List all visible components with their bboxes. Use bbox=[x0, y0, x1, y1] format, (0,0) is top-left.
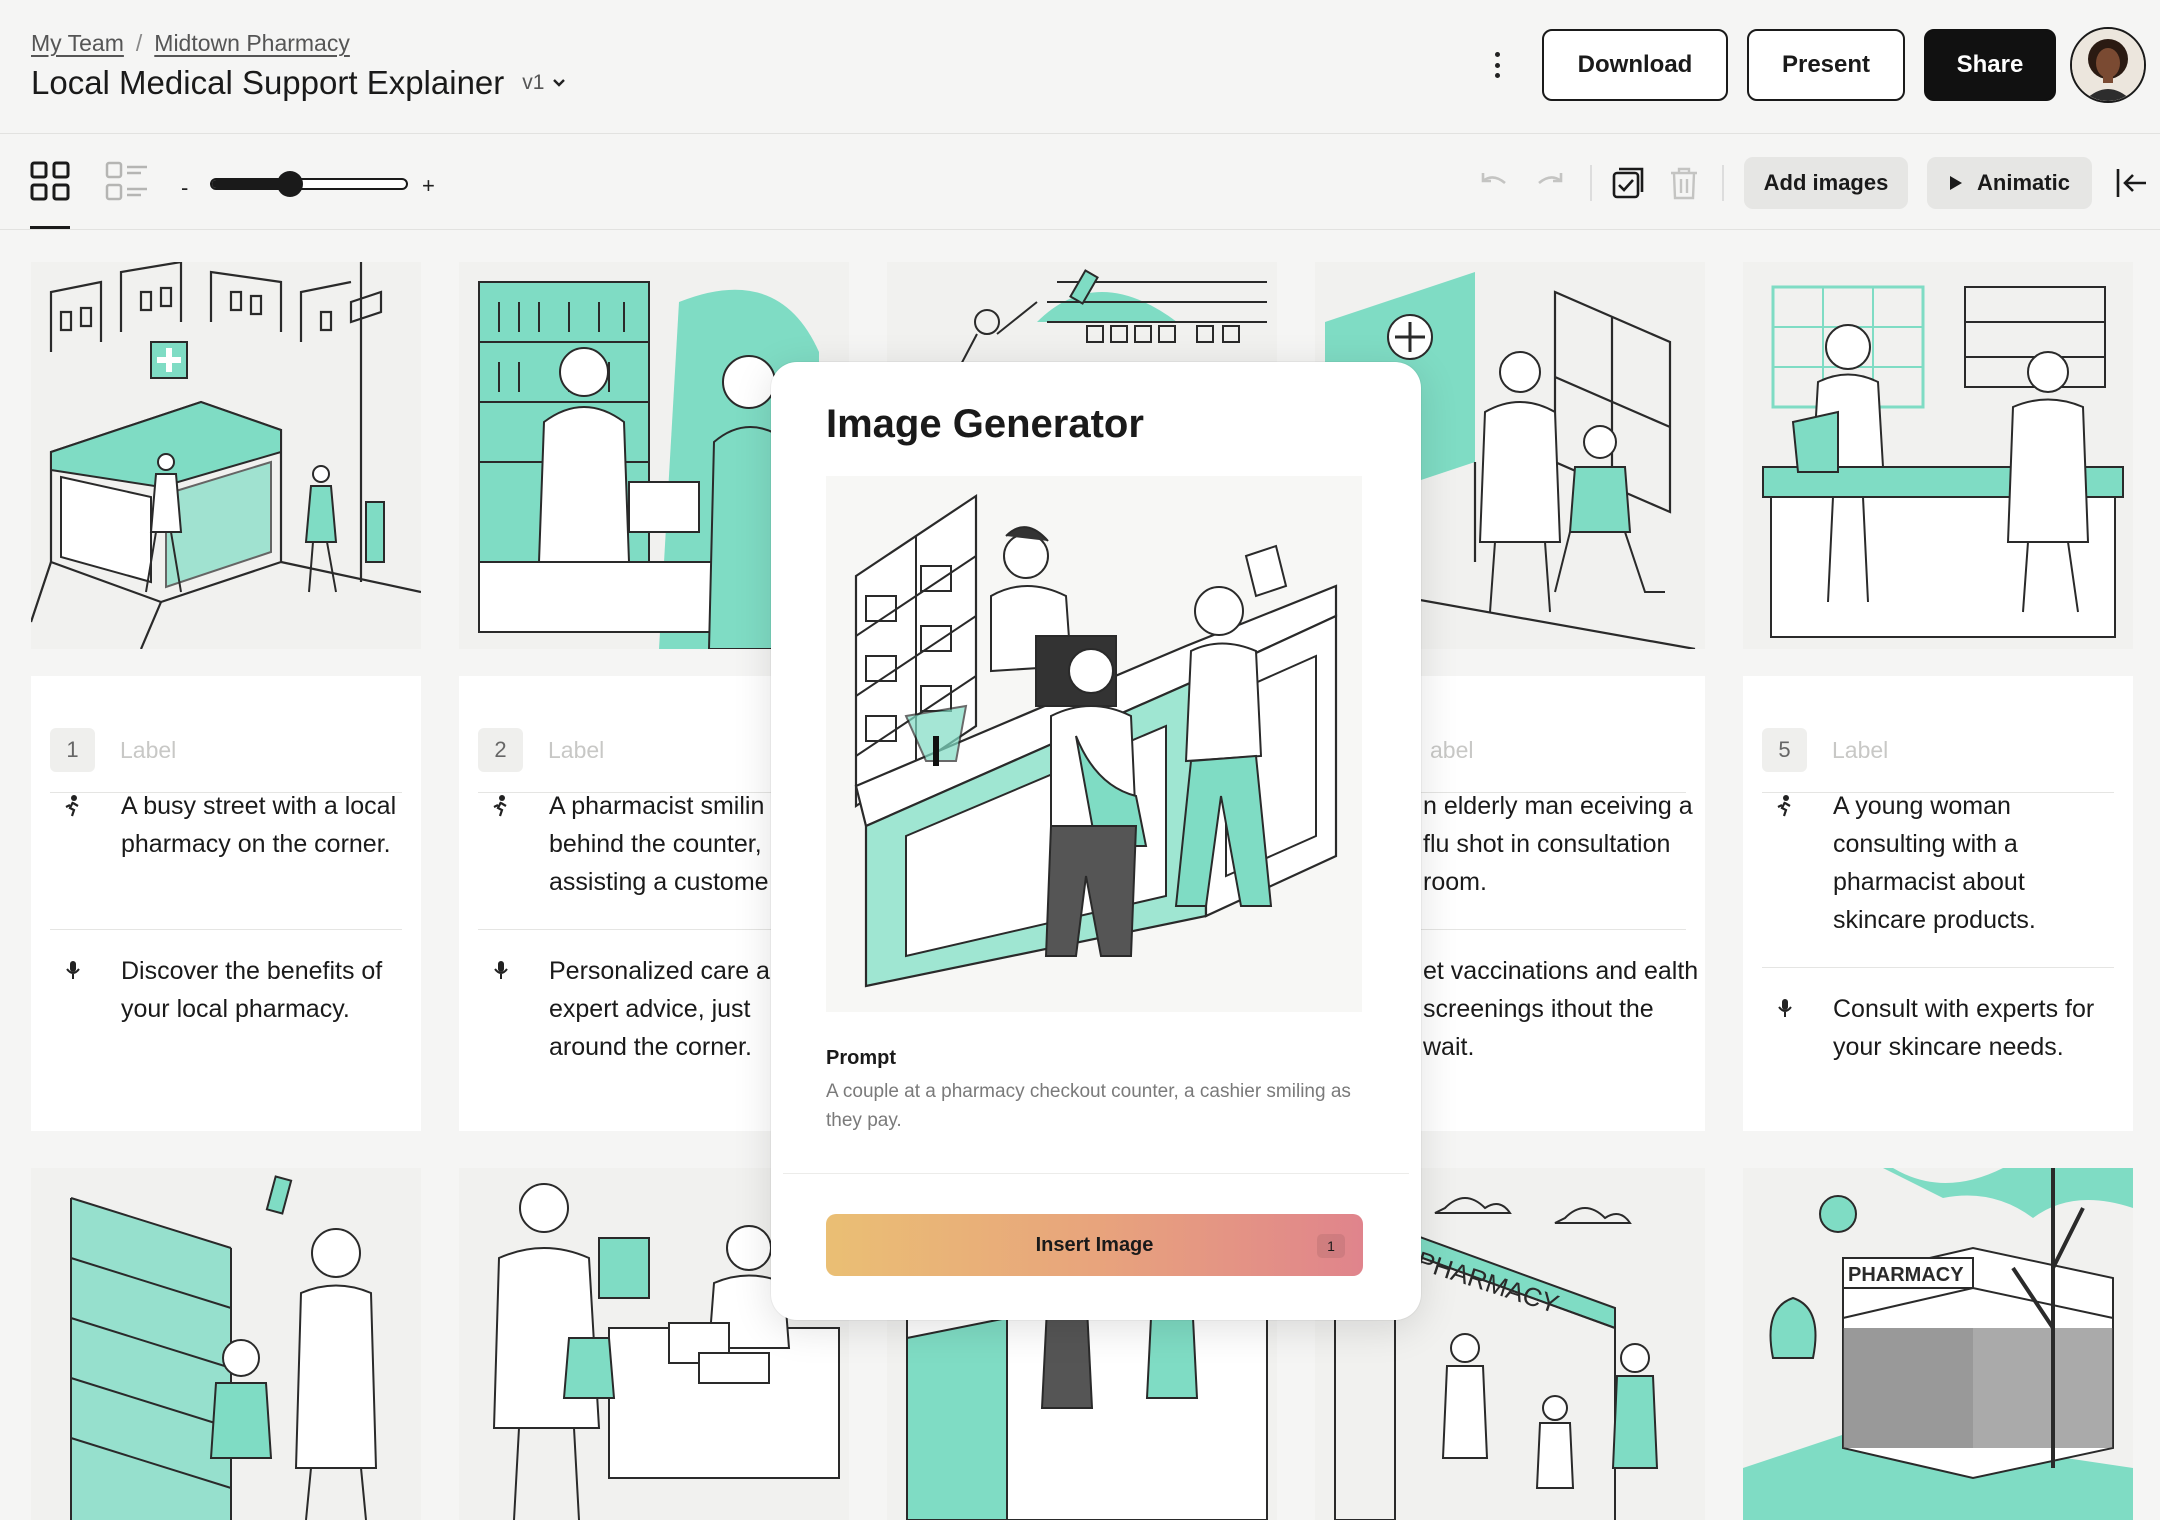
action-description[interactable]: A busy street with a local pharmacy on t… bbox=[121, 787, 406, 863]
label-input[interactable]: Label bbox=[548, 737, 604, 764]
board-toolbar: - + Add images Animatic bbox=[0, 135, 2160, 230]
image-generator-dialog: Image Generator Prompt A couple at a pha… bbox=[771, 362, 1421, 1320]
redo-icon[interactable] bbox=[1533, 165, 1569, 201]
insert-image-label: Insert Image bbox=[1035, 1233, 1154, 1256]
storyboard-card[interactable]: 5 Label A young woman consulting with a … bbox=[1743, 676, 2133, 1131]
storyboard-frame-image[interactable] bbox=[1743, 262, 2133, 649]
action-icon bbox=[65, 795, 79, 817]
action-description[interactable]: n elderly man eceiving a flu shot in con… bbox=[1423, 787, 1708, 901]
more-options-icon[interactable] bbox=[1485, 48, 1509, 82]
breadcrumb: My Team / Midtown Pharmacy bbox=[31, 30, 350, 57]
present-button[interactable]: Present bbox=[1747, 29, 1905, 101]
list-view-icon[interactable] bbox=[105, 161, 149, 201]
app-header: My Team / Midtown Pharmacy Local Medical… bbox=[0, 0, 2160, 134]
download-button[interactable]: Download bbox=[1542, 29, 1728, 101]
label-input[interactable]: Label bbox=[120, 737, 176, 764]
frame-number: 2 bbox=[478, 728, 523, 772]
card-label-row: 1 Label bbox=[50, 703, 402, 793]
insert-count-badge: 1 bbox=[1317, 1234, 1345, 1258]
card-divider bbox=[50, 929, 402, 930]
dialog-divider bbox=[783, 1173, 1409, 1174]
card-label-row: 5 Label bbox=[1762, 703, 2114, 793]
select-all-icon[interactable] bbox=[1610, 165, 1646, 201]
collapse-panel-icon[interactable] bbox=[2114, 165, 2150, 201]
microphone-icon bbox=[66, 961, 80, 979]
label-input[interactable]: abel bbox=[1430, 737, 1473, 764]
frame-number: 1 bbox=[50, 728, 95, 772]
toolbar-divider bbox=[1590, 165, 1592, 201]
storyboard-frame-image[interactable] bbox=[31, 262, 421, 649]
generated-image-preview[interactable] bbox=[826, 476, 1362, 1012]
card-divider bbox=[1762, 967, 2114, 968]
microphone-icon bbox=[1778, 999, 1792, 1017]
active-view-indicator bbox=[30, 226, 70, 229]
zoom-slider[interactable] bbox=[210, 171, 408, 197]
action-icon bbox=[1777, 795, 1791, 817]
insert-image-button[interactable]: Insert Image 1 bbox=[826, 1214, 1363, 1276]
undo-icon[interactable] bbox=[1475, 165, 1511, 201]
label-input[interactable]: Label bbox=[1832, 737, 1888, 764]
dialog-title: Image Generator bbox=[826, 402, 1144, 446]
animatic-label: Animatic bbox=[1977, 170, 2070, 195]
version-label: v1 bbox=[522, 71, 545, 94]
storyboard-frame-image[interactable]: PHARMACY bbox=[1743, 1168, 2133, 1520]
toolbar-divider bbox=[1722, 165, 1724, 201]
pharmacy-sign-text: PHARMACY bbox=[1848, 1264, 1964, 1286]
breadcrumb-separator: / bbox=[135, 30, 143, 56]
play-icon bbox=[1950, 176, 1963, 190]
prompt-label: Prompt bbox=[826, 1047, 896, 1069]
zoom-slider-handle[interactable] bbox=[277, 171, 303, 197]
zoom-out-button[interactable]: - bbox=[181, 175, 188, 201]
page-title[interactable]: Local Medical Support Explainer bbox=[31, 64, 504, 102]
zoom-in-button[interactable]: + bbox=[422, 173, 435, 199]
dialogue-text[interactable]: et vaccinations and ealth screenings ith… bbox=[1423, 952, 1708, 1066]
action-icon bbox=[493, 795, 507, 817]
prompt-text[interactable]: A couple at a pharmacy checkout counter,… bbox=[826, 1077, 1366, 1135]
animatic-button[interactable]: Animatic bbox=[1927, 157, 2092, 209]
trash-icon[interactable] bbox=[1667, 165, 1701, 201]
title-row: Local Medical Support Explainer v1 bbox=[31, 64, 566, 102]
storyboard-frame-image[interactable] bbox=[31, 1168, 421, 1520]
action-description[interactable]: A young woman consulting with a pharmaci… bbox=[1833, 787, 2118, 939]
breadcrumb-team-link[interactable]: My Team bbox=[31, 30, 124, 57]
dialogue-text[interactable]: Discover the benefits of your local phar… bbox=[121, 952, 406, 1028]
frame-number: 5 bbox=[1762, 728, 1807, 772]
chevron-down-icon bbox=[553, 79, 566, 87]
version-dropdown[interactable]: v1 bbox=[522, 71, 566, 95]
storyboard-card[interactable]: 1 Label A busy street with a local pharm… bbox=[31, 676, 421, 1131]
avatar[interactable] bbox=[2070, 27, 2146, 103]
dialogue-text[interactable]: Consult with experts for your skincare n… bbox=[1833, 990, 2118, 1066]
breadcrumb-project-link[interactable]: Midtown Pharmacy bbox=[154, 30, 350, 57]
share-button[interactable]: Share bbox=[1924, 29, 2056, 101]
microphone-icon bbox=[494, 961, 508, 979]
grid-view-icon[interactable] bbox=[30, 161, 70, 201]
add-images-button[interactable]: Add images bbox=[1744, 157, 1908, 209]
